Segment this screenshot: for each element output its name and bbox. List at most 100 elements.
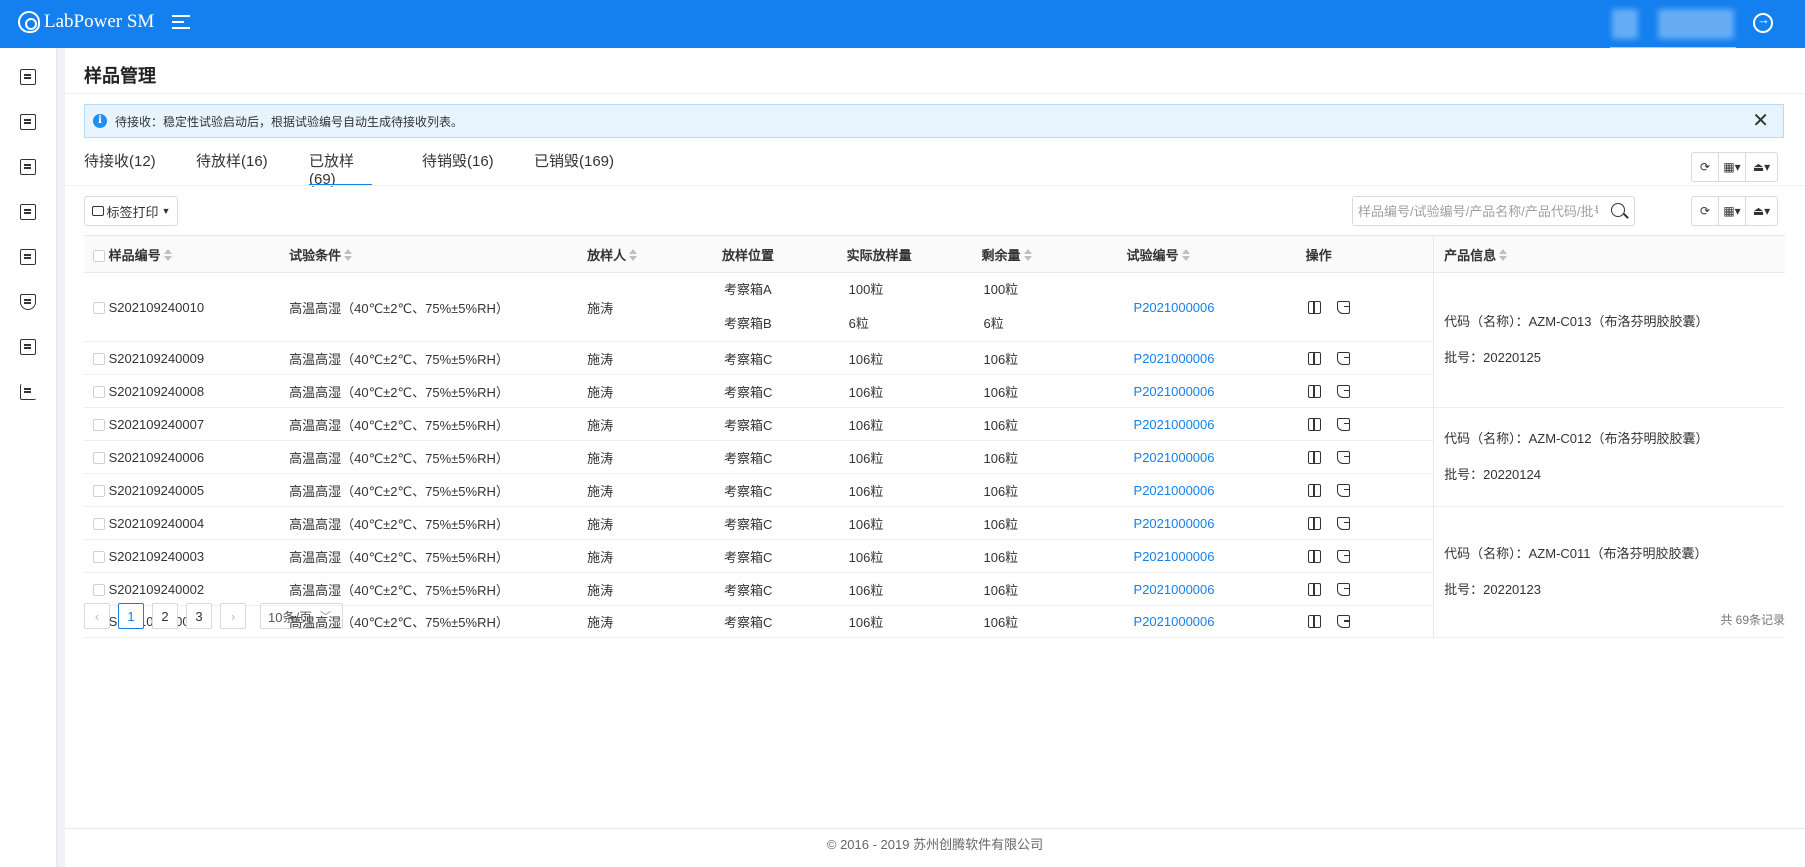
sort-icon[interactable]	[1181, 248, 1190, 261]
cell-condition: 高温高湿（40℃±2℃、75%±5%RH）	[289, 582, 509, 598]
tab-placed[interactable]: 已放样(69)	[309, 150, 372, 188]
cell-condition: 高温高湿（40℃±2℃、75%±5%RH）	[289, 516, 509, 532]
cell-remaining: 106粒	[983, 417, 1019, 433]
package-icon[interactable]	[1307, 450, 1321, 464]
test-no-link[interactable]: P2021000006	[1134, 549, 1215, 564]
cell-location: 考察箱C	[723, 450, 773, 466]
cell-person: 施涛	[587, 615, 614, 630]
move-out-icon[interactable]	[1336, 582, 1350, 596]
user-avatar[interactable]	[1612, 9, 1638, 39]
header-condition[interactable]: 试验条件	[289, 248, 341, 263]
row-checkbox[interactable]	[93, 385, 105, 398]
search-icon[interactable]	[1611, 203, 1625, 217]
package-icon[interactable]	[1307, 300, 1321, 314]
label-print-button[interactable]: 标签打印 ▼	[84, 196, 178, 226]
test-no-link[interactable]: P2021000006	[1134, 417, 1215, 432]
move-out-icon[interactable]	[1336, 549, 1350, 563]
table-row: S202109240010 高温高湿（40℃±2℃、75%±5%RH） 施涛 考察箱A…	[84, 272, 1785, 408]
sort-icon[interactable]	[344, 248, 353, 261]
header-sample-no[interactable]: 样品编号	[109, 248, 161, 263]
row-checkbox[interactable]	[93, 517, 105, 530]
move-out-icon[interactable]	[1336, 417, 1350, 431]
package-icon[interactable]	[1307, 615, 1321, 628]
select-all-checkbox[interactable]	[93, 249, 105, 262]
header-person[interactable]: 放样人	[587, 248, 626, 263]
next-page-button[interactable]: ›	[220, 603, 246, 629]
move-out-icon[interactable]	[1336, 300, 1350, 314]
package-icon[interactable]	[1307, 582, 1321, 596]
test-no-link[interactable]: P2021000006	[1134, 614, 1215, 629]
prev-page-button[interactable]: ‹	[84, 603, 110, 629]
columns-icon[interactable]: ▦▾	[1719, 153, 1746, 181]
package-icon[interactable]	[1307, 483, 1321, 497]
menu-toggle-icon[interactable]	[172, 15, 190, 33]
cell-condition: 高温高湿（40℃±2℃、75%±5%RH）	[289, 384, 509, 400]
tab-pending-place[interactable]: 待放样(16)	[196, 150, 309, 186]
header-test-no[interactable]: 试验编号	[1127, 248, 1179, 263]
package-icon[interactable]	[1307, 351, 1321, 365]
tab-pending-receive[interactable]: 待接收(12)	[84, 150, 196, 186]
package-icon[interactable]	[1307, 516, 1321, 530]
row-checkbox[interactable]	[93, 484, 105, 497]
page-size-select[interactable]: 10条/页 ﹀	[260, 603, 343, 629]
row-checkbox[interactable]	[93, 418, 105, 431]
sort-icon[interactable]	[1023, 248, 1032, 261]
package-icon[interactable]	[1307, 549, 1321, 563]
header-remaining[interactable]: 剩余量	[981, 248, 1020, 263]
page-1-button[interactable]: 1	[118, 603, 144, 629]
cell-location: 考察箱C	[723, 516, 773, 532]
move-out-icon[interactable]	[1336, 615, 1350, 628]
sort-icon[interactable]	[1499, 248, 1508, 261]
page-3-button[interactable]: 3	[186, 603, 212, 629]
cell-location: 考察箱B	[723, 316, 772, 331]
row-checkbox[interactable]	[93, 451, 105, 464]
cell-condition: 高温高湿（40℃±2℃、75%±5%RH）	[289, 450, 509, 466]
move-out-icon[interactable]	[1336, 483, 1350, 497]
test-no-link[interactable]: P2021000006	[1134, 582, 1215, 597]
code-icon[interactable]	[20, 204, 36, 220]
export-icon[interactable]: ⏏▾	[1746, 153, 1777, 181]
search-input[interactable]	[1353, 197, 1598, 225]
package-icon[interactable]	[1307, 384, 1321, 398]
cell-remaining: 106粒	[983, 516, 1019, 532]
logout-icon[interactable]	[1753, 12, 1773, 33]
analytics-icon[interactable]	[20, 384, 36, 400]
sort-icon[interactable]	[629, 248, 638, 261]
sample-icon[interactable]	[20, 69, 36, 85]
document-icon[interactable]	[20, 114, 36, 130]
move-out-icon[interactable]	[1336, 351, 1350, 365]
report-user-icon[interactable]	[20, 249, 36, 265]
row-checkbox[interactable]	[93, 583, 105, 596]
refresh-icon[interactable]: ⟳	[1692, 153, 1719, 181]
row-checkbox[interactable]	[93, 550, 105, 563]
table-row: S202109240004 高温高湿（40℃±2℃、75%±5%RH） 施涛 考察箱C…	[84, 506, 1785, 638]
move-out-icon[interactable]	[1336, 450, 1350, 464]
test-no-link[interactable]: P2021000006	[1134, 300, 1215, 315]
cell-condition: 高温高湿（40℃±2℃、75%±5%RH）	[289, 549, 509, 565]
structure-icon[interactable]	[20, 339, 36, 355]
app-logo[interactable]: LabPower SM	[18, 11, 154, 33]
test-no-link[interactable]: P2021000006	[1134, 384, 1215, 399]
page-2-button[interactable]: 2	[152, 603, 178, 629]
test-no-link[interactable]: P2021000006	[1134, 351, 1215, 366]
package-icon[interactable]	[1307, 417, 1321, 431]
tab-destroyed[interactable]: 已销毁(169)	[534, 150, 654, 186]
cell-person: 施涛	[587, 384, 614, 400]
move-out-icon[interactable]	[1336, 384, 1350, 398]
checklist-icon[interactable]	[20, 159, 36, 175]
test-no-link[interactable]: P2021000006	[1134, 483, 1215, 498]
header-product-info[interactable]: 产品信息	[1444, 248, 1496, 263]
columns-icon[interactable]: ▦▾	[1719, 197, 1746, 225]
tab-pending-destroy[interactable]: 待销毁(16)	[422, 150, 534, 186]
refresh-icon[interactable]: ⟳	[1692, 197, 1719, 225]
sort-icon[interactable]	[163, 248, 172, 261]
export-icon[interactable]: ⏏▾	[1746, 197, 1777, 225]
test-no-link[interactable]: P2021000006	[1134, 450, 1215, 465]
row-checkbox[interactable]	[93, 352, 105, 365]
close-icon[interactable]: ✕	[1752, 111, 1769, 131]
row-checkbox[interactable]	[93, 301, 105, 314]
test-no-link[interactable]: P2021000006	[1134, 516, 1215, 531]
user-name[interactable]	[1658, 9, 1734, 39]
flask-icon[interactable]	[20, 294, 36, 310]
move-out-icon[interactable]	[1336, 516, 1350, 530]
